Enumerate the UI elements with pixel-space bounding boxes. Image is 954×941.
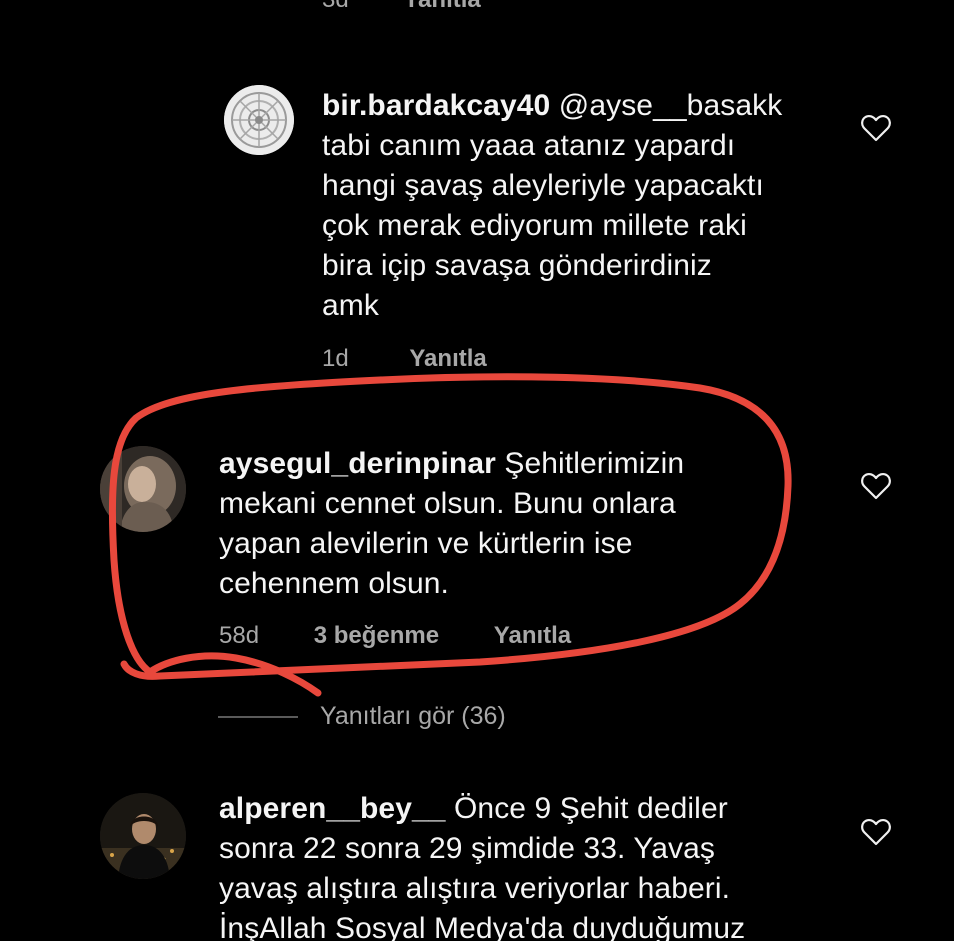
comment-line: İnşAllah Sosyal Medya'da duyduğumuz: [219, 912, 746, 941]
comment-line: sonra 22 sonra 29 şimdide 33. Yavaş: [219, 832, 716, 865]
profile-photo-image: [100, 793, 186, 879]
avatar[interactable]: [100, 793, 186, 879]
comment-item: alperen__bey__ Önce 9 Şehit dediler sonr…: [0, 0, 954, 941]
comment-first-line: alperen__bey__ Önce 9 Şehit dediler: [219, 789, 745, 829]
comment-line: yavaş alıştıra alıştıra veriyorlar haber…: [219, 872, 731, 905]
comment-line: Önce 9 Şehit dediler: [453, 792, 728, 825]
comments-screen: 3d Yanıtla bir.bardakcay40 @ayse__basakk: [0, 0, 954, 941]
comment-body: alperen__bey__ Önce 9 Şehit dediler sonr…: [219, 789, 745, 941]
heart-outline-icon[interactable]: [860, 817, 892, 847]
comment-username[interactable]: alperen__bey__: [219, 792, 446, 825]
